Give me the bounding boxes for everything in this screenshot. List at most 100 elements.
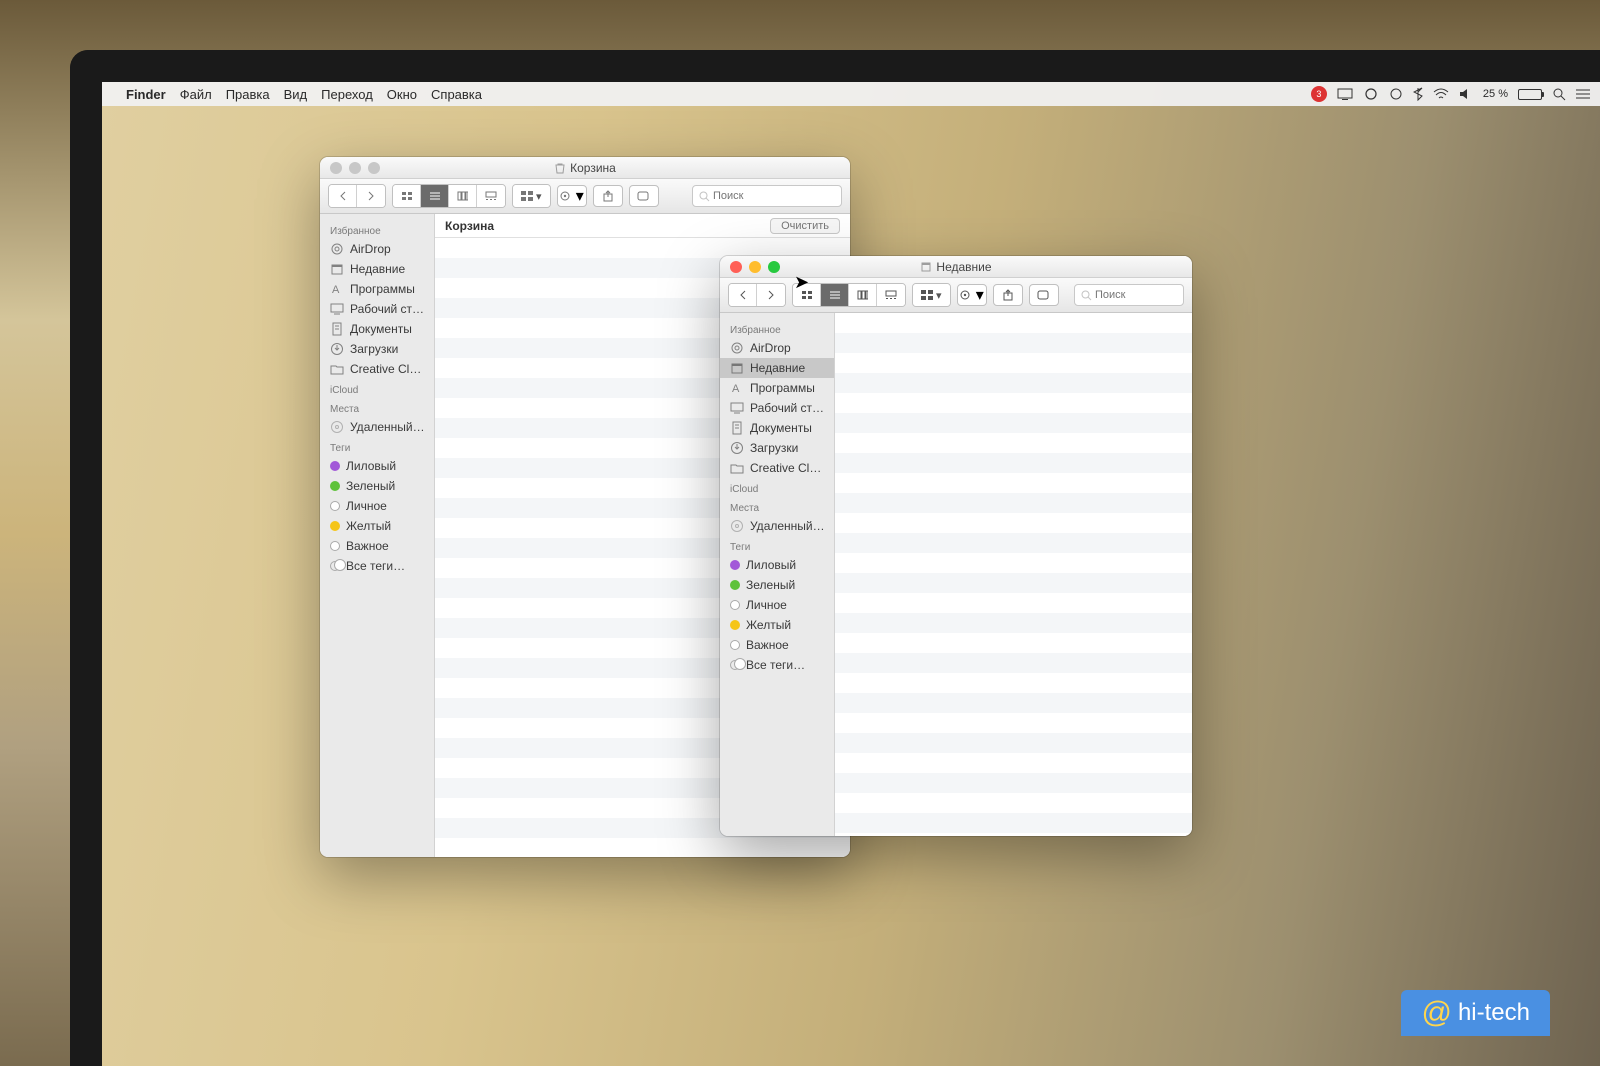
trash-icon [554, 162, 566, 174]
sidebar-item[interactable]: Недавние [720, 358, 834, 378]
menu-view[interactable]: Вид [284, 87, 308, 102]
maximize-button[interactable] [768, 261, 780, 273]
view-list-button[interactable] [421, 185, 449, 207]
share-button[interactable] [593, 185, 623, 207]
sidebar-section-tags: Теги [720, 536, 834, 555]
empty-trash-button[interactable]: Очистить [770, 218, 840, 234]
sidebar-item[interactable]: Недавние [320, 259, 434, 279]
sidebar-item-label: Загрузки [750, 441, 798, 455]
forward-button[interactable] [757, 284, 785, 306]
sidebar-item[interactable]: AПрограммы [720, 378, 834, 398]
titlebar[interactable]: Недавние [720, 256, 1192, 278]
sidebar-tag[interactable]: Зеленый [320, 476, 434, 496]
sidebar-item[interactable]: Рабочий ст… [320, 299, 434, 319]
sidebar-tag[interactable]: Зеленый [720, 575, 834, 595]
maximize-button[interactable] [368, 162, 380, 174]
tag-dot-icon [330, 481, 340, 491]
menubar: Finder Файл Правка Вид Переход Окно Спра… [102, 82, 1600, 106]
sidebar-tag[interactable]: Личное [320, 496, 434, 516]
sidebar-item[interactable]: Удаленный… [320, 417, 434, 437]
sidebar-item-label: Рабочий ст… [750, 401, 824, 415]
menu-extras-icon[interactable] [1576, 88, 1590, 100]
tags-button[interactable] [629, 185, 659, 207]
search-field[interactable] [692, 185, 842, 207]
menu-go[interactable]: Переход [321, 87, 373, 102]
menu-window[interactable]: Окно [387, 87, 417, 102]
menubar-app-name[interactable]: Finder [126, 87, 166, 102]
view-gallery-button[interactable] [877, 284, 905, 306]
share-button[interactable] [993, 284, 1023, 306]
view-list-button[interactable] [821, 284, 849, 306]
battery-icon[interactable] [1518, 89, 1542, 100]
sidebar-item[interactable]: AПрограммы [320, 279, 434, 299]
sidebar-item-label: Creative Cl… [750, 461, 821, 475]
file-list[interactable] [835, 313, 1192, 836]
sidebar-item[interactable]: Creative Cl… [720, 458, 834, 478]
sidebar-item-label: Лиловый [746, 558, 796, 572]
arrange-button[interactable]: ▾ [513, 185, 550, 207]
sidebar-tag[interactable]: Лиловый [320, 456, 434, 476]
bluetooth-icon[interactable] [1413, 87, 1423, 101]
titlebar[interactable]: Корзина [320, 157, 850, 179]
menu-edit[interactable]: Правка [226, 87, 270, 102]
wifi-icon[interactable] [1433, 88, 1449, 100]
sidebar-tag[interactable]: Важное [320, 536, 434, 556]
view-gallery-button[interactable] [477, 185, 505, 207]
view-icons-button[interactable] [393, 185, 421, 207]
action-button[interactable]: ▾ [957, 284, 987, 306]
search-input[interactable] [1095, 289, 1177, 301]
sidebar-tag[interactable]: Личное [720, 595, 834, 615]
siri-icon[interactable] [1389, 87, 1403, 101]
volume-icon[interactable] [1459, 88, 1473, 100]
view-columns-button[interactable] [449, 185, 477, 207]
tag-dot-icon [730, 580, 740, 590]
sidebar-item[interactable]: Creative Cl… [320, 359, 434, 379]
sidebar-item-label: Удаленный… [750, 519, 825, 533]
forward-button[interactable] [357, 185, 385, 207]
sidebar-tag[interactable]: Все теги… [720, 655, 834, 675]
menu-help[interactable]: Справка [431, 87, 482, 102]
search-icon[interactable] [1552, 87, 1566, 101]
notification-badge-icon[interactable]: 3 [1311, 86, 1327, 102]
sidebar-item-label: AirDrop [750, 341, 791, 355]
finder-window-recents[interactable]: Недавние ▾ ▾ ИзбранноеAirDropНедавниеAПр… [720, 256, 1192, 836]
menu-file[interactable]: Файл [180, 87, 212, 102]
action-button[interactable]: ▾ [557, 185, 587, 207]
sidebar-item-label: Программы [350, 282, 415, 296]
back-button[interactable] [329, 185, 357, 207]
content-area [835, 313, 1192, 836]
tags-button[interactable] [1029, 284, 1059, 306]
back-button[interactable] [729, 284, 757, 306]
minimize-button[interactable] [749, 261, 761, 273]
sidebar-tag[interactable]: Желтый [720, 615, 834, 635]
tag-dot-icon [730, 620, 740, 630]
view-columns-button[interactable] [849, 284, 877, 306]
sidebar-item[interactable]: Документы [720, 418, 834, 438]
search-input[interactable] [713, 190, 835, 202]
minimize-button[interactable] [349, 162, 361, 174]
close-button[interactable] [730, 261, 742, 273]
sidebar-item[interactable]: Загрузки [720, 438, 834, 458]
sidebar-item[interactable]: Загрузки [320, 339, 434, 359]
watermark: @hi-tech [1401, 990, 1550, 1036]
sidebar-tag[interactable]: Все теги… [320, 556, 434, 576]
sidebar-item[interactable]: Рабочий ст… [720, 398, 834, 418]
sidebar-tag[interactable]: Желтый [320, 516, 434, 536]
search-field[interactable] [1074, 284, 1184, 306]
sidebar-item[interactable]: Удаленный… [720, 516, 834, 536]
sidebar-tag[interactable]: Лиловый [720, 555, 834, 575]
sidebar-tag[interactable]: Важное [720, 635, 834, 655]
sidebar-item-label: AirDrop [350, 242, 391, 256]
close-button[interactable] [330, 162, 342, 174]
sidebar-item[interactable]: Документы [320, 319, 434, 339]
view-icons-button[interactable] [793, 284, 821, 306]
sidebar-item-label: Важное [746, 638, 789, 652]
display-icon[interactable] [1337, 88, 1353, 100]
tag-dot-icon [730, 640, 740, 650]
column-header[interactable]: Корзина [445, 219, 494, 233]
creative-cloud-icon[interactable] [1363, 88, 1379, 100]
arrange-button[interactable]: ▾ [913, 284, 950, 306]
sidebar-item[interactable]: AirDrop [720, 338, 834, 358]
sidebar-item-label: Личное [746, 598, 787, 612]
sidebar-item[interactable]: AirDrop [320, 239, 434, 259]
